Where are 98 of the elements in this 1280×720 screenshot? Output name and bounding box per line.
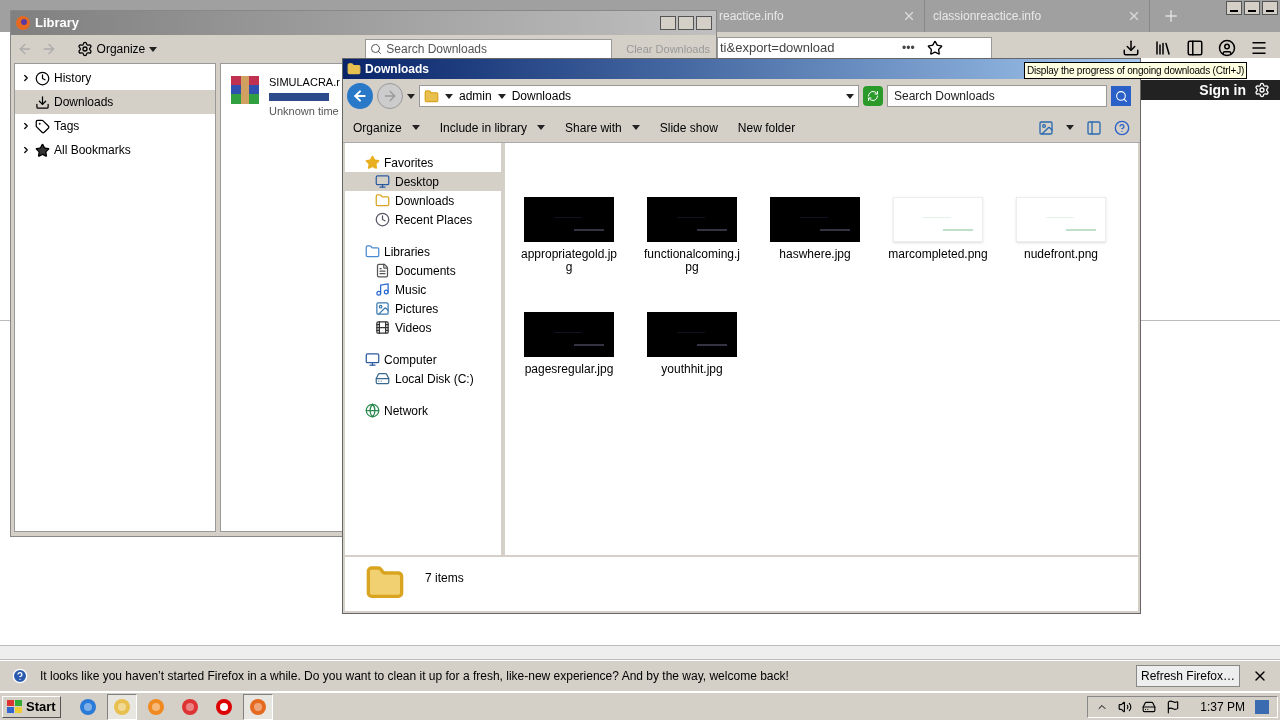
refresh-icon — [867, 90, 879, 102]
clock-icon — [35, 70, 50, 86]
arrow-right-icon — [382, 88, 398, 104]
tag-icon — [35, 118, 50, 134]
nav-item[interactable]: Music — [345, 280, 501, 299]
computer-icon — [365, 352, 380, 367]
address-bar[interactable]: admin Downloads — [419, 85, 859, 107]
nav-group[interactable]: Network — [345, 401, 501, 420]
flag-icon[interactable] — [1166, 699, 1181, 714]
document-icon — [375, 263, 390, 278]
nav-item[interactable]: Documents — [345, 261, 501, 280]
file-item[interactable]: marcompleted.png — [888, 197, 988, 274]
refresh-button[interactable] — [863, 86, 883, 106]
refresh-firefox-button[interactable]: Refresh Firefox… — [1135, 665, 1240, 687]
search-field[interactable]: Search Downloads — [365, 39, 613, 59]
tree-item[interactable]: Downloads — [15, 90, 215, 114]
search-button[interactable] — [1111, 86, 1131, 106]
progress-bar — [269, 92, 329, 101]
nav-item[interactable]: Videos — [345, 318, 501, 337]
nav-item[interactable]: Pictures — [345, 299, 501, 318]
url-field[interactable]: ti&export=download ••• — [717, 37, 992, 58]
toolbar-button[interactable]: Organize — [353, 118, 420, 137]
star-icon — [35, 142, 50, 158]
account-icon[interactable] — [1218, 39, 1236, 57]
sidebar-icon[interactable] — [1186, 39, 1204, 57]
nav-item[interactable]: Downloads — [345, 191, 501, 210]
star-icon[interactable] — [926, 40, 943, 56]
nav-group[interactable]: Favorites — [345, 153, 501, 172]
caret-icon — [1066, 125, 1074, 130]
toolbar-button[interactable]: Slide show — [659, 118, 718, 137]
taskbar-button[interactable] — [242, 693, 273, 720]
star-icon — [365, 155, 380, 170]
download-icon[interactable] — [1122, 39, 1140, 57]
tree-item[interactable]: Tags — [15, 114, 215, 138]
menu-icon[interactable] — [1250, 39, 1268, 57]
help-icon — [12, 668, 28, 684]
settings-icon[interactable] — [1254, 82, 1270, 98]
tooltip: Display the progress of ongoing downloads (Ctrl+J) — [1024, 62, 1248, 79]
horizontal-scrollbar[interactable] — [0, 645, 1280, 660]
notification-text: It looks like you haven’t started Firefox in a while. Do you want to clean it up for a fresh, like-new experience? And by the way, welcome back! — [40, 668, 789, 685]
search-icon — [370, 43, 383, 55]
file-item[interactable]: appropriategold.jpg — [519, 197, 619, 274]
globe-icon — [365, 403, 380, 418]
file-name: SIMULACRA.r — [269, 75, 340, 90]
nav-item[interactable]: Recent Places — [345, 210, 501, 229]
nav-group[interactable]: Libraries — [345, 242, 501, 261]
music-note-icon — [375, 282, 390, 297]
window-title: Downloads — [365, 61, 429, 78]
view-icon[interactable] — [1038, 119, 1054, 136]
breadcrumb-item[interactable]: Downloads — [511, 87, 572, 105]
search-field[interactable]: Search Downloads — [887, 85, 1107, 107]
download-icon — [35, 94, 50, 110]
nav-item[interactable]: Local Disk (C:) — [345, 369, 501, 388]
film-icon — [375, 320, 390, 335]
nav-item[interactable]: Desktop — [345, 172, 501, 191]
toolbar-button[interactable]: Share with — [565, 118, 640, 137]
file-item[interactable]: nudefront.png — [1011, 197, 1111, 274]
archive-icon — [229, 74, 261, 106]
breadcrumb-item[interactable]: admin — [459, 87, 492, 105]
arrow-left-icon — [352, 88, 368, 104]
caret-icon — [149, 46, 158, 52]
item-count: 7 items — [425, 570, 464, 587]
image-icon — [375, 301, 390, 316]
file-item[interactable]: haswhere.jpg — [765, 197, 865, 274]
file-item[interactable]: youthhit.jpg — [642, 312, 742, 376]
tree-item[interactable]: All Bookmarks — [15, 138, 215, 162]
back-button[interactable] — [347, 83, 373, 109]
monitor-icon — [375, 174, 390, 189]
more-actions-button[interactable]: ••• — [902, 39, 915, 57]
caret-icon — [407, 93, 415, 99]
windows-logo-icon — [7, 699, 23, 714]
nav-group[interactable]: Computer — [345, 350, 501, 369]
caret-icon — [537, 125, 546, 130]
taskbar-button[interactable] — [106, 693, 137, 720]
window-title: Library — [35, 14, 80, 33]
toolbar-button[interactable]: New folder — [737, 118, 796, 137]
gear-icon — [76, 41, 93, 57]
caret-icon — [411, 125, 420, 130]
preview-pane-icon[interactable] — [1086, 119, 1102, 136]
clock: 1:37 PM — [1200, 698, 1245, 716]
help-icon[interactable] — [1114, 119, 1130, 136]
volume-icon[interactable] — [1118, 699, 1133, 714]
sign-in-link[interactable]: Sign in — [1199, 83, 1246, 97]
tree-item[interactable]: History — [15, 66, 215, 90]
start-button[interactable]: Start — [2, 695, 61, 718]
caret-icon — [846, 93, 854, 99]
caret-icon — [631, 125, 640, 130]
caret-icon — [497, 93, 506, 99]
file-item[interactable]: pagesregular.jpg — [519, 312, 619, 376]
organize-button[interactable]: Organize — [76, 40, 158, 58]
show-desktop-button[interactable] — [1255, 699, 1269, 714]
library-icon[interactable] — [1154, 39, 1172, 57]
toolbar-button[interactable]: Include in library — [439, 118, 546, 137]
clock-icon — [375, 212, 390, 227]
file-item[interactable]: functionalcoming.jpg — [642, 197, 742, 274]
search-icon — [1114, 89, 1128, 103]
caret-icon — [445, 93, 453, 99]
download-status: Unknown time — [269, 103, 340, 119]
